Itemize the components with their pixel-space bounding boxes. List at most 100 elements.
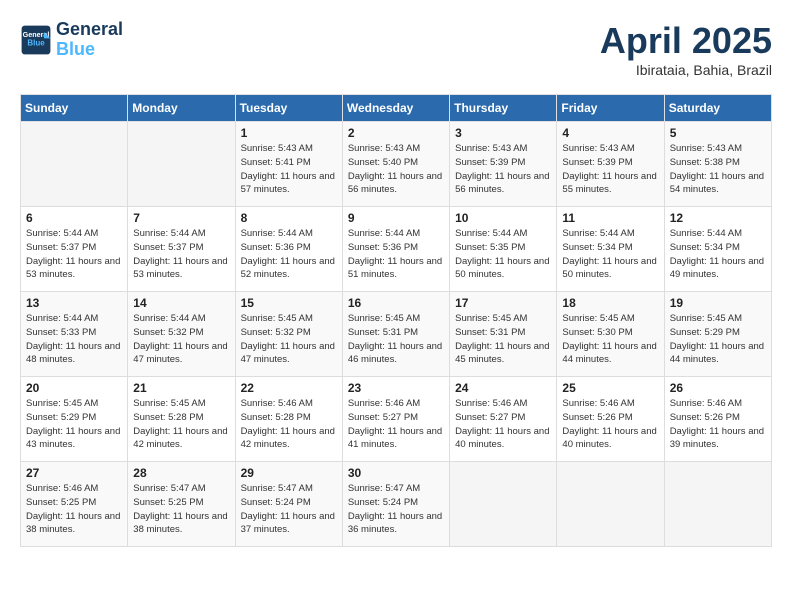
sunrise-text: Sunrise: 5:45 AM [348, 313, 420, 324]
sunset-text: Sunset: 5:39 PM [455, 157, 525, 168]
day-info: Sunrise: 5:45 AM Sunset: 5:32 PM Dayligh… [241, 312, 337, 367]
daylight-text: Daylight: 11 hours and 38 minutes. [26, 511, 120, 536]
calendar-cell: 19 Sunrise: 5:45 AM Sunset: 5:29 PM Dayl… [664, 292, 771, 377]
sunset-text: Sunset: 5:27 PM [455, 412, 525, 423]
daylight-text: Daylight: 11 hours and 40 minutes. [562, 426, 656, 451]
sunrise-text: Sunrise: 5:45 AM [26, 398, 98, 409]
logo-icon: General Blue [20, 24, 52, 56]
day-number: 13 [26, 296, 122, 310]
day-number: 8 [241, 211, 337, 225]
day-info: Sunrise: 5:47 AM Sunset: 5:24 PM Dayligh… [241, 482, 337, 537]
daylight-text: Daylight: 11 hours and 55 minutes. [562, 171, 656, 196]
day-info: Sunrise: 5:46 AM Sunset: 5:28 PM Dayligh… [241, 397, 337, 452]
daylight-text: Daylight: 11 hours and 48 minutes. [26, 341, 120, 366]
weekday-header-row: SundayMondayTuesdayWednesdayThursdayFrid… [21, 95, 772, 122]
day-number: 11 [562, 211, 658, 225]
sunrise-text: Sunrise: 5:43 AM [348, 143, 420, 154]
daylight-text: Daylight: 11 hours and 51 minutes. [348, 256, 442, 281]
sunrise-text: Sunrise: 5:44 AM [133, 313, 205, 324]
day-info: Sunrise: 5:45 AM Sunset: 5:29 PM Dayligh… [670, 312, 766, 367]
day-number: 9 [348, 211, 444, 225]
sunset-text: Sunset: 5:29 PM [670, 327, 740, 338]
sunset-text: Sunset: 5:37 PM [133, 242, 203, 253]
day-info: Sunrise: 5:46 AM Sunset: 5:26 PM Dayligh… [670, 397, 766, 452]
day-number: 3 [455, 126, 551, 140]
calendar-cell [557, 462, 664, 547]
daylight-text: Daylight: 11 hours and 38 minutes. [133, 511, 227, 536]
day-number: 24 [455, 381, 551, 395]
calendar-cell: 21 Sunrise: 5:45 AM Sunset: 5:28 PM Dayl… [128, 377, 235, 462]
sunset-text: Sunset: 5:33 PM [26, 327, 96, 338]
sunrise-text: Sunrise: 5:47 AM [348, 483, 420, 494]
calendar-table: SundayMondayTuesdayWednesdayThursdayFrid… [20, 94, 772, 547]
calendar-cell: 25 Sunrise: 5:46 AM Sunset: 5:26 PM Dayl… [557, 377, 664, 462]
day-info: Sunrise: 5:46 AM Sunset: 5:26 PM Dayligh… [562, 397, 658, 452]
calendar-cell [128, 122, 235, 207]
daylight-text: Daylight: 11 hours and 42 minutes. [241, 426, 335, 451]
day-info: Sunrise: 5:44 AM Sunset: 5:32 PM Dayligh… [133, 312, 229, 367]
daylight-text: Daylight: 11 hours and 44 minutes. [562, 341, 656, 366]
calendar-cell: 12 Sunrise: 5:44 AM Sunset: 5:34 PM Dayl… [664, 207, 771, 292]
sunset-text: Sunset: 5:36 PM [241, 242, 311, 253]
calendar-cell: 3 Sunrise: 5:43 AM Sunset: 5:39 PM Dayli… [450, 122, 557, 207]
calendar-cell: 24 Sunrise: 5:46 AM Sunset: 5:27 PM Dayl… [450, 377, 557, 462]
day-number: 26 [670, 381, 766, 395]
sunset-text: Sunset: 5:28 PM [241, 412, 311, 423]
calendar-cell: 11 Sunrise: 5:44 AM Sunset: 5:34 PM Dayl… [557, 207, 664, 292]
day-info: Sunrise: 5:47 AM Sunset: 5:25 PM Dayligh… [133, 482, 229, 537]
day-info: Sunrise: 5:44 AM Sunset: 5:34 PM Dayligh… [562, 227, 658, 282]
day-info: Sunrise: 5:43 AM Sunset: 5:38 PM Dayligh… [670, 142, 766, 197]
sunrise-text: Sunrise: 5:44 AM [133, 228, 205, 239]
day-number: 2 [348, 126, 444, 140]
calendar-cell: 23 Sunrise: 5:46 AM Sunset: 5:27 PM Dayl… [342, 377, 449, 462]
sunset-text: Sunset: 5:40 PM [348, 157, 418, 168]
day-number: 28 [133, 466, 229, 480]
weekday-header-tuesday: Tuesday [235, 95, 342, 122]
day-number: 25 [562, 381, 658, 395]
daylight-text: Daylight: 11 hours and 39 minutes. [670, 426, 764, 451]
day-info: Sunrise: 5:43 AM Sunset: 5:41 PM Dayligh… [241, 142, 337, 197]
sunrise-text: Sunrise: 5:44 AM [26, 228, 98, 239]
day-number: 30 [348, 466, 444, 480]
logo-text: General Blue [56, 20, 123, 60]
sunrise-text: Sunrise: 5:45 AM [670, 313, 742, 324]
sunrise-text: Sunrise: 5:43 AM [670, 143, 742, 154]
sunset-text: Sunset: 5:32 PM [133, 327, 203, 338]
daylight-text: Daylight: 11 hours and 37 minutes. [241, 511, 335, 536]
sunset-text: Sunset: 5:38 PM [670, 157, 740, 168]
daylight-text: Daylight: 11 hours and 52 minutes. [241, 256, 335, 281]
daylight-text: Daylight: 11 hours and 53 minutes. [133, 256, 227, 281]
day-info: Sunrise: 5:45 AM Sunset: 5:31 PM Dayligh… [348, 312, 444, 367]
sunrise-text: Sunrise: 5:45 AM [562, 313, 634, 324]
sunrise-text: Sunrise: 5:44 AM [562, 228, 634, 239]
daylight-text: Daylight: 11 hours and 36 minutes. [348, 511, 442, 536]
sunrise-text: Sunrise: 5:45 AM [133, 398, 205, 409]
sunrise-text: Sunrise: 5:47 AM [241, 483, 313, 494]
logo: General Blue General Blue [20, 20, 123, 60]
day-info: Sunrise: 5:45 AM Sunset: 5:29 PM Dayligh… [26, 397, 122, 452]
day-info: Sunrise: 5:43 AM Sunset: 5:39 PM Dayligh… [562, 142, 658, 197]
calendar-cell: 8 Sunrise: 5:44 AM Sunset: 5:36 PM Dayli… [235, 207, 342, 292]
day-info: Sunrise: 5:46 AM Sunset: 5:27 PM Dayligh… [348, 397, 444, 452]
sunset-text: Sunset: 5:30 PM [562, 327, 632, 338]
day-info: Sunrise: 5:45 AM Sunset: 5:31 PM Dayligh… [455, 312, 551, 367]
sunrise-text: Sunrise: 5:44 AM [348, 228, 420, 239]
sunset-text: Sunset: 5:25 PM [133, 497, 203, 508]
daylight-text: Daylight: 11 hours and 40 minutes. [455, 426, 549, 451]
day-number: 22 [241, 381, 337, 395]
calendar-cell: 28 Sunrise: 5:47 AM Sunset: 5:25 PM Dayl… [128, 462, 235, 547]
calendar-cell: 14 Sunrise: 5:44 AM Sunset: 5:32 PM Dayl… [128, 292, 235, 377]
sunset-text: Sunset: 5:34 PM [562, 242, 632, 253]
calendar-cell: 26 Sunrise: 5:46 AM Sunset: 5:26 PM Dayl… [664, 377, 771, 462]
daylight-text: Daylight: 11 hours and 42 minutes. [133, 426, 227, 451]
sunset-text: Sunset: 5:27 PM [348, 412, 418, 423]
sunrise-text: Sunrise: 5:46 AM [241, 398, 313, 409]
daylight-text: Daylight: 11 hours and 41 minutes. [348, 426, 442, 451]
calendar-cell [21, 122, 128, 207]
calendar-cell: 30 Sunrise: 5:47 AM Sunset: 5:24 PM Dayl… [342, 462, 449, 547]
calendar-cell: 29 Sunrise: 5:47 AM Sunset: 5:24 PM Dayl… [235, 462, 342, 547]
calendar-cell: 18 Sunrise: 5:45 AM Sunset: 5:30 PM Dayl… [557, 292, 664, 377]
day-number: 29 [241, 466, 337, 480]
day-number: 15 [241, 296, 337, 310]
sunrise-text: Sunrise: 5:46 AM [26, 483, 98, 494]
